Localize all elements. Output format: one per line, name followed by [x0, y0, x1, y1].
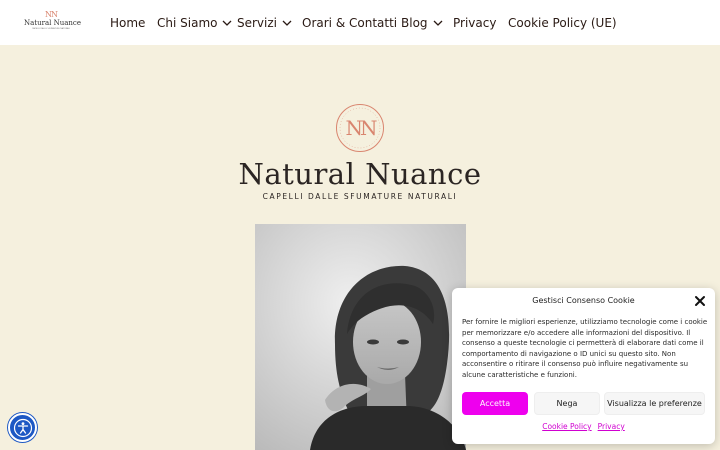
- nav-home-label: Home: [110, 16, 146, 30]
- logo-wordmark: Natural Nuance: [24, 19, 81, 27]
- accessibility-icon: [13, 418, 32, 437]
- brand-tagline: CAPELLI DALLE SFUMATURE NATURALI: [262, 192, 458, 201]
- nav-servizi-label: Servizi: [237, 16, 278, 30]
- nav-blog[interactable]: Blog: [401, 14, 444, 32]
- site-logo[interactable]: NN Natural Nuance CAPELLI DALLE SFUMATUR…: [24, 10, 81, 36]
- accept-button[interactable]: Accetta: [462, 392, 528, 415]
- nav-chi-siamo[interactable]: Chi Siamo: [157, 14, 233, 32]
- site-header: NN Natural Nuance CAPELLI DALLE SFUMATUR…: [0, 0, 720, 45]
- monogram-emblem: NN: [336, 104, 384, 152]
- logo-monogram: NN: [45, 10, 58, 19]
- nav-cookie-policy-label: Cookie Policy (UE): [508, 16, 617, 30]
- cookie-consent-banner: Gestisci Consenso Cookie Per fornire le …: [452, 288, 715, 444]
- portrait-photo: [255, 224, 466, 450]
- chevron-down-icon: [282, 20, 292, 26]
- view-preferences-button[interactable]: Visualizza le preferenze: [604, 392, 705, 415]
- cookie-banner-links: Cookie Policy Privacy: [452, 422, 715, 431]
- close-icon[interactable]: [693, 294, 707, 308]
- cookie-banner-title: Gestisci Consenso Cookie: [532, 296, 635, 305]
- brand-title: Natural Nuance: [238, 157, 482, 191]
- nav-orari-contatti-label: Orari & Contatti: [302, 16, 398, 30]
- nav-privacy[interactable]: Privacy: [453, 14, 496, 32]
- cookie-policy-link[interactable]: Cookie Policy: [542, 422, 591, 431]
- privacy-link[interactable]: Privacy: [598, 422, 625, 431]
- nav-home[interactable]: Home: [110, 14, 145, 32]
- hero-logo: NN Natural Nuance CAPELLI DALLE SFUMATUR…: [230, 103, 490, 203]
- nav-privacy-label: Privacy: [453, 16, 497, 30]
- logo-tagline: CAPELLI DALLE SFUMATURE NATURALI: [31, 28, 71, 30]
- deny-button[interactable]: Nega: [534, 392, 600, 415]
- cookie-banner-text: Per fornire le migliori esperienze, util…: [462, 318, 708, 379]
- portrait-image: [255, 224, 466, 450]
- nav-chi-siamo-label: Chi Siamo: [157, 16, 218, 30]
- chevron-down-icon: [223, 20, 232, 26]
- monogram-letters: NN: [346, 116, 378, 140]
- accessibility-button[interactable]: [8, 413, 37, 442]
- nav-servizi[interactable]: Servizi: [237, 14, 293, 32]
- nav-cookie-policy[interactable]: Cookie Policy (UE): [508, 14, 617, 32]
- chevron-down-icon: [433, 20, 442, 26]
- nav-blog-label: Blog: [401, 16, 428, 30]
- nav-orari-contatti[interactable]: Orari & Contatti: [302, 14, 397, 32]
